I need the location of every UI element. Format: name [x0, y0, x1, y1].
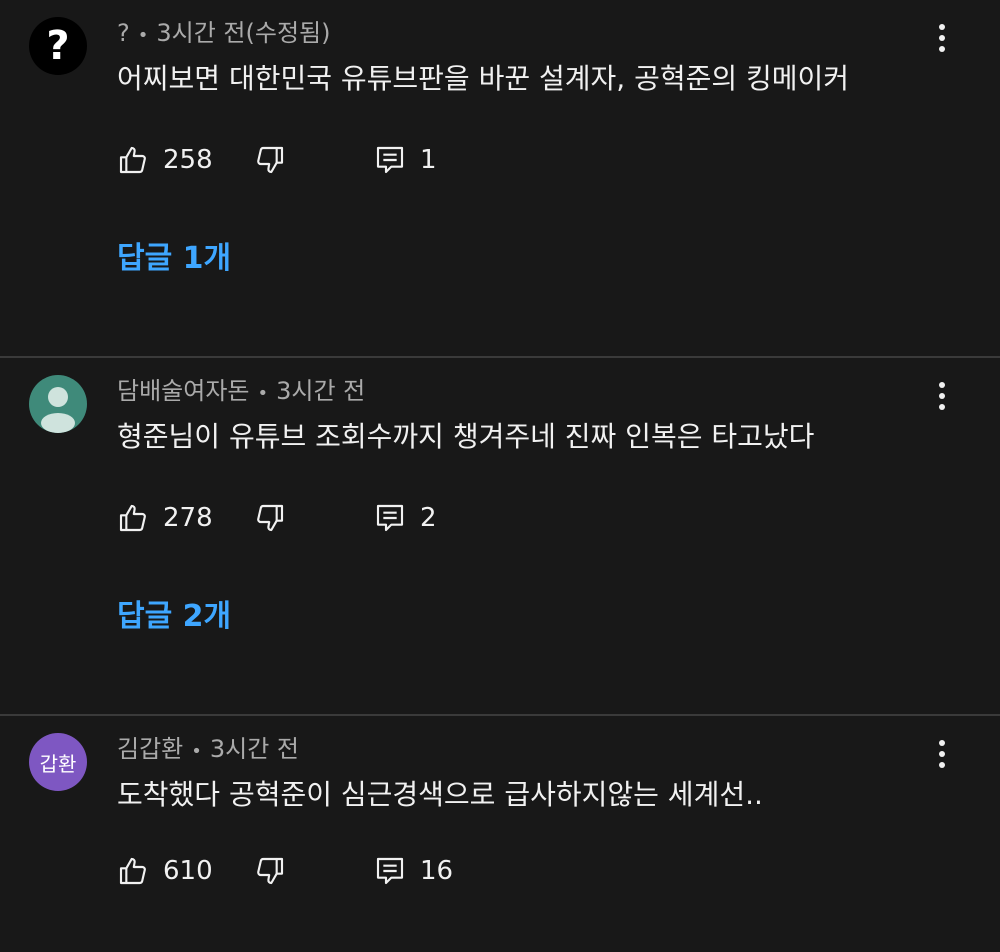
thumb-down-icon: [254, 855, 286, 887]
comment-actions: 278 2: [117, 498, 617, 538]
avatar[interactable]: 갑환: [29, 733, 87, 791]
like-button[interactable]: 610: [117, 851, 213, 891]
more-vert-icon: [939, 382, 945, 388]
separator-dot: •: [257, 383, 269, 404]
author-name[interactable]: 담배술여자돈: [117, 377, 249, 405]
comment-thread: 담배술여자돈 • 3시간 전 형준님이 유튜브 조회수까지 챙겨주네 진짜 인복은 …: [0, 358, 1000, 714]
reply-count: 1: [420, 145, 437, 175]
reply-count: 16: [420, 856, 454, 886]
comment-meta: ? • 3시간 전(수정됨): [117, 17, 330, 49]
reply-button[interactable]: 2: [374, 498, 437, 538]
author-name[interactable]: 김갑환: [117, 735, 183, 763]
comment-meta: 담배술여자돈 • 3시간 전: [117, 375, 365, 407]
avatar[interactable]: ?: [29, 17, 87, 75]
comment-time[interactable]: 3시간 전: [210, 735, 299, 763]
more-options-button[interactable]: [928, 18, 956, 58]
reply-count: 2: [420, 503, 437, 533]
comment-time[interactable]: 3시간 전: [276, 377, 365, 405]
author-name[interactable]: ?: [117, 19, 130, 47]
default-person-icon: [41, 387, 75, 433]
avatar[interactable]: [29, 375, 87, 433]
comment-icon: [374, 144, 406, 176]
like-count: 258: [163, 145, 213, 175]
comment-text: 형준님이 유튜브 조회수까지 챙겨주네 진짜 인복은 타고났다: [117, 420, 815, 453]
comment-actions: 258 1: [117, 140, 617, 180]
view-replies-button[interactable]: 답글 1개: [117, 239, 231, 279]
like-count: 278: [163, 503, 213, 533]
thumb-up-icon: [117, 855, 149, 887]
separator-dot: •: [191, 741, 202, 762]
more-options-button[interactable]: [928, 734, 956, 774]
like-count: 610: [163, 856, 213, 886]
comment-text: 어찌보면 대한민국 유튜브판을 바꾼 설계자, 공혁준의 킹메이커: [117, 62, 850, 95]
question-mark-icon: ?: [46, 23, 70, 69]
comment-thread: ? ? • 3시간 전(수정됨) 어찌보면 대한민국 유튜브판을 바꾼 설계자, 공…: [0, 0, 1000, 356]
reply-button[interactable]: 16: [374, 851, 453, 891]
reply-button[interactable]: 1: [374, 140, 437, 180]
thumb-up-icon: [117, 144, 149, 176]
separator-dot: •: [137, 25, 149, 46]
comment-thread: 갑환 김갑환 • 3시간 전 도착했다 공혁준이 심근경색으로 급사하지않는 세계선…: [0, 716, 1000, 952]
thumb-up-icon: [117, 502, 149, 534]
thumb-down-icon: [254, 502, 286, 534]
like-button[interactable]: 258: [117, 140, 213, 180]
dislike-button[interactable]: [254, 498, 286, 538]
comment-text: 도착했다 공혁준이 심근경색으로 급사하지않는 세계선..: [117, 778, 763, 811]
dislike-button[interactable]: [254, 140, 286, 180]
comment-icon: [374, 502, 406, 534]
more-options-button[interactable]: [928, 376, 956, 416]
view-replies-button[interactable]: 답글 2개: [117, 597, 231, 637]
like-button[interactable]: 278: [117, 498, 213, 538]
comment-icon: [374, 855, 406, 887]
comment-time[interactable]: 3시간 전(수정됨): [156, 19, 330, 47]
comment-actions: 610 16: [117, 851, 617, 891]
thumb-down-icon: [254, 144, 286, 176]
more-vert-icon: [939, 24, 945, 30]
more-vert-icon: [939, 740, 945, 746]
avatar-label: 갑환: [39, 751, 77, 776]
dislike-button[interactable]: [254, 851, 286, 891]
comment-meta: 김갑환 • 3시간 전: [117, 733, 299, 765]
